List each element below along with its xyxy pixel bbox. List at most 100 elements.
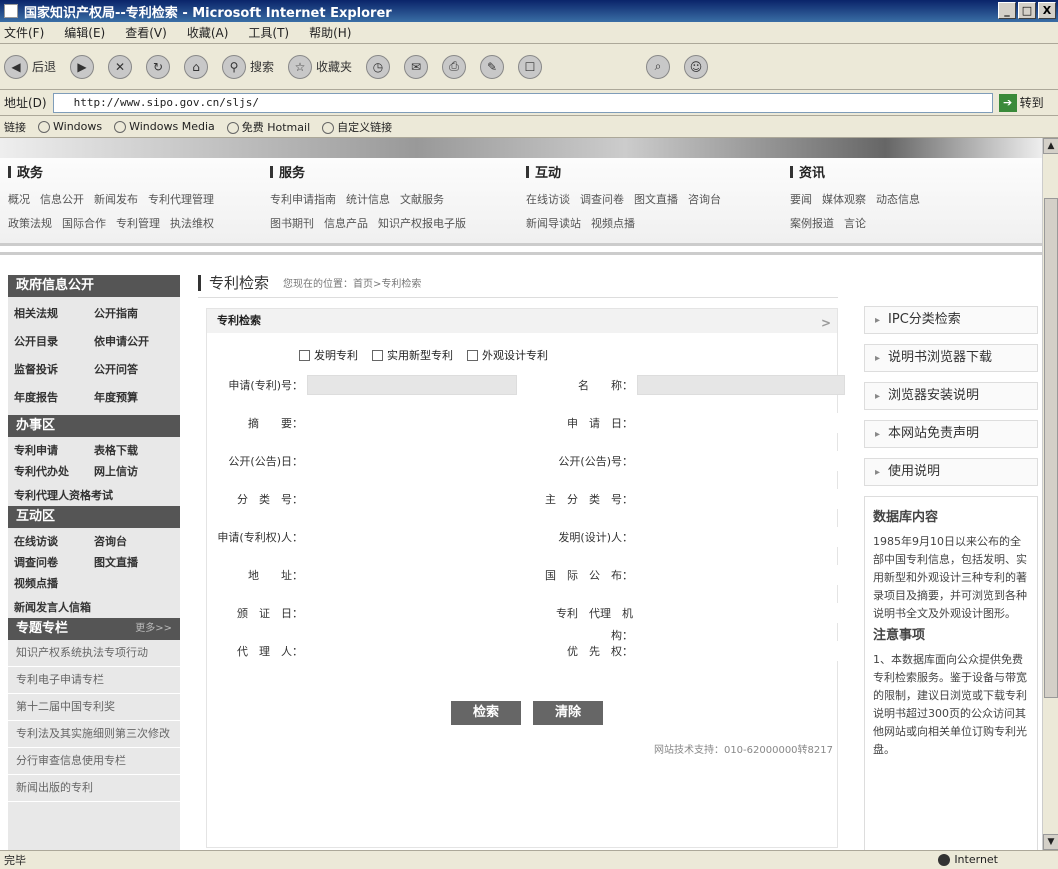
link-hotmail[interactable]: 免费 Hotmail	[226, 119, 310, 135]
discuss-button[interactable]: ☐	[518, 54, 543, 79]
favorites-button[interactable]: ☆ 收藏夹	[288, 54, 352, 79]
office-link[interactable]: 表格下载	[94, 440, 174, 461]
maximize-button[interactable]: □	[1018, 2, 1036, 19]
gov-info-link[interactable]: 年度预算	[94, 384, 174, 412]
clear-button[interactable]: 清除	[533, 701, 603, 725]
scroll-down-icon[interactable]: ▼	[1043, 834, 1058, 850]
interact-link[interactable]: 在线访谈	[14, 531, 94, 552]
nav-link[interactable]: 新闻发布	[94, 193, 138, 206]
topic-item[interactable]: 第十二届中国专利奖	[8, 694, 180, 721]
interact-link[interactable]: 调查问卷	[14, 552, 94, 573]
main-classification-input[interactable]	[637, 489, 845, 509]
nav-link[interactable]: 文献服务	[400, 193, 444, 206]
office-link[interactable]: 专利申请	[14, 440, 94, 461]
nav-link[interactable]: 媒体观察	[822, 193, 866, 206]
publication-number-input[interactable]	[637, 451, 845, 471]
topic-item[interactable]: 分行审查信息使用专栏	[8, 748, 180, 775]
abstract-input[interactable]	[307, 413, 517, 433]
nav-link[interactable]: 动态信息	[876, 193, 920, 206]
gov-info-link[interactable]: 监督投诉	[14, 356, 94, 384]
back-button[interactable]: ◀ 后退	[4, 54, 56, 79]
nav-link[interactable]: 政策法规	[8, 217, 52, 230]
viewer-install-button[interactable]: 浏览器安装说明	[864, 382, 1038, 410]
address-field-input[interactable]	[307, 565, 517, 585]
nav-link[interactable]: 图书期刊	[270, 217, 314, 230]
nav-link[interactable]: 咨询台	[688, 193, 721, 206]
topic-item[interactable]: 专利法及其实施细则第三次修改	[8, 721, 180, 748]
go-button[interactable]: ➔ 转到	[998, 93, 1044, 112]
title-input[interactable]	[637, 375, 845, 395]
nav-link[interactable]: 信息产品	[324, 217, 368, 230]
menu-tools[interactable]: 工具(T)	[248, 24, 289, 41]
agent-input[interactable]	[307, 641, 517, 661]
menu-edit[interactable]: 编辑(E)	[64, 24, 105, 41]
nav-link[interactable]: 在线访谈	[526, 193, 570, 206]
nav-link[interactable]: 统计信息	[346, 193, 390, 206]
priority-input[interactable]	[637, 641, 845, 661]
gov-info-link[interactable]: 公开目录	[14, 328, 94, 356]
link-windows-media[interactable]: Windows Media	[114, 120, 215, 133]
disclaimer-button[interactable]: 本网站免责声明	[864, 420, 1038, 448]
interact-link[interactable]: 咨询台	[94, 531, 174, 552]
publication-date-input[interactable]	[307, 451, 517, 471]
agency-input[interactable]	[637, 603, 845, 623]
office-link[interactable]: 网上信访	[94, 461, 174, 482]
link-windows[interactable]: Windows	[38, 120, 102, 133]
usage-guide-button[interactable]: 使用说明	[864, 458, 1038, 486]
messenger-button[interactable]: ☺	[684, 54, 709, 79]
menu-view[interactable]: 查看(V)	[125, 24, 167, 41]
grant-date-input[interactable]	[307, 603, 517, 623]
office-link[interactable]: 专利代理人资格考试	[8, 485, 180, 506]
application-number-input[interactable]	[307, 375, 517, 395]
search-submit-button[interactable]: 检索	[451, 701, 521, 725]
viewer-download-button[interactable]: 说明书浏览器下载	[864, 344, 1038, 372]
nav-link[interactable]: 国际合作	[62, 217, 106, 230]
edit-button[interactable]: ✎	[480, 54, 505, 79]
utility-model-checkbox[interactable]: 实用新型专利	[372, 347, 453, 363]
interact-link[interactable]: 图文直播	[94, 552, 174, 573]
nav-link[interactable]: 调查问卷	[580, 193, 624, 206]
vertical-scrollbar[interactable]: ▲ ▼	[1042, 138, 1058, 850]
nav-link[interactable]: 图文直播	[634, 193, 678, 206]
nav-link[interactable]: 专利管理	[116, 217, 160, 230]
topic-item[interactable]: 知识产权系统执法专项行动	[8, 640, 180, 667]
refresh-button[interactable]: ↻	[146, 54, 171, 79]
nav-link[interactable]: 概况	[8, 193, 30, 206]
nav-link[interactable]: 专利申请指南	[270, 193, 336, 206]
application-date-input[interactable]	[637, 413, 845, 433]
interact-link[interactable]: 新闻发言人信箱	[8, 597, 180, 618]
menu-help[interactable]: 帮助(H)	[309, 24, 351, 41]
nav-link[interactable]: 言论	[844, 217, 866, 230]
menu-favorites[interactable]: 收藏(A)	[187, 24, 229, 41]
topic-item[interactable]: 新闻出版的专利	[8, 775, 180, 802]
nav-link[interactable]: 视频点播	[591, 217, 635, 230]
stop-button[interactable]: ✕	[108, 54, 133, 79]
nav-link[interactable]: 新闻导读站	[526, 217, 581, 230]
gov-info-link[interactable]: 年度报告	[14, 384, 94, 412]
menu-file[interactable]: 文件(F)	[4, 24, 44, 41]
ipc-search-button[interactable]: IPC分类检索	[864, 306, 1038, 334]
close-button[interactable]: X	[1038, 2, 1056, 19]
topics-more-link[interactable]: 更多>>	[135, 618, 172, 640]
nav-link[interactable]: 信息公开	[40, 193, 84, 206]
nav-link[interactable]: 执法维权	[170, 217, 214, 230]
link-custom[interactable]: 自定义链接	[322, 119, 392, 135]
gov-info-link[interactable]: 相关法规	[14, 300, 94, 328]
address-input[interactable]: http://www.sipo.gov.cn/sljs/	[52, 92, 993, 113]
international-publication-input[interactable]	[637, 565, 845, 585]
nav-link[interactable]: 案例报道	[790, 217, 834, 230]
applicant-input[interactable]	[307, 527, 517, 547]
inventor-input[interactable]	[637, 527, 845, 547]
research-button[interactable]: ⌕	[646, 54, 671, 79]
invention-checkbox[interactable]: 发明专利	[299, 347, 358, 363]
gov-info-link[interactable]: 公开指南	[94, 300, 174, 328]
search-button[interactable]: ⚲ 搜索	[222, 54, 274, 79]
scroll-thumb[interactable]	[1044, 198, 1058, 698]
home-button[interactable]: ⌂	[184, 54, 209, 79]
history-button[interactable]: ◷	[366, 54, 391, 79]
interact-link[interactable]: 视频点播	[14, 573, 94, 594]
forward-button[interactable]: ▶	[70, 54, 95, 79]
gov-info-link[interactable]: 公开问答	[94, 356, 174, 384]
nav-link[interactable]: 专利代理管理	[148, 193, 214, 206]
nav-link[interactable]: 知识产权报电子版	[378, 217, 466, 230]
